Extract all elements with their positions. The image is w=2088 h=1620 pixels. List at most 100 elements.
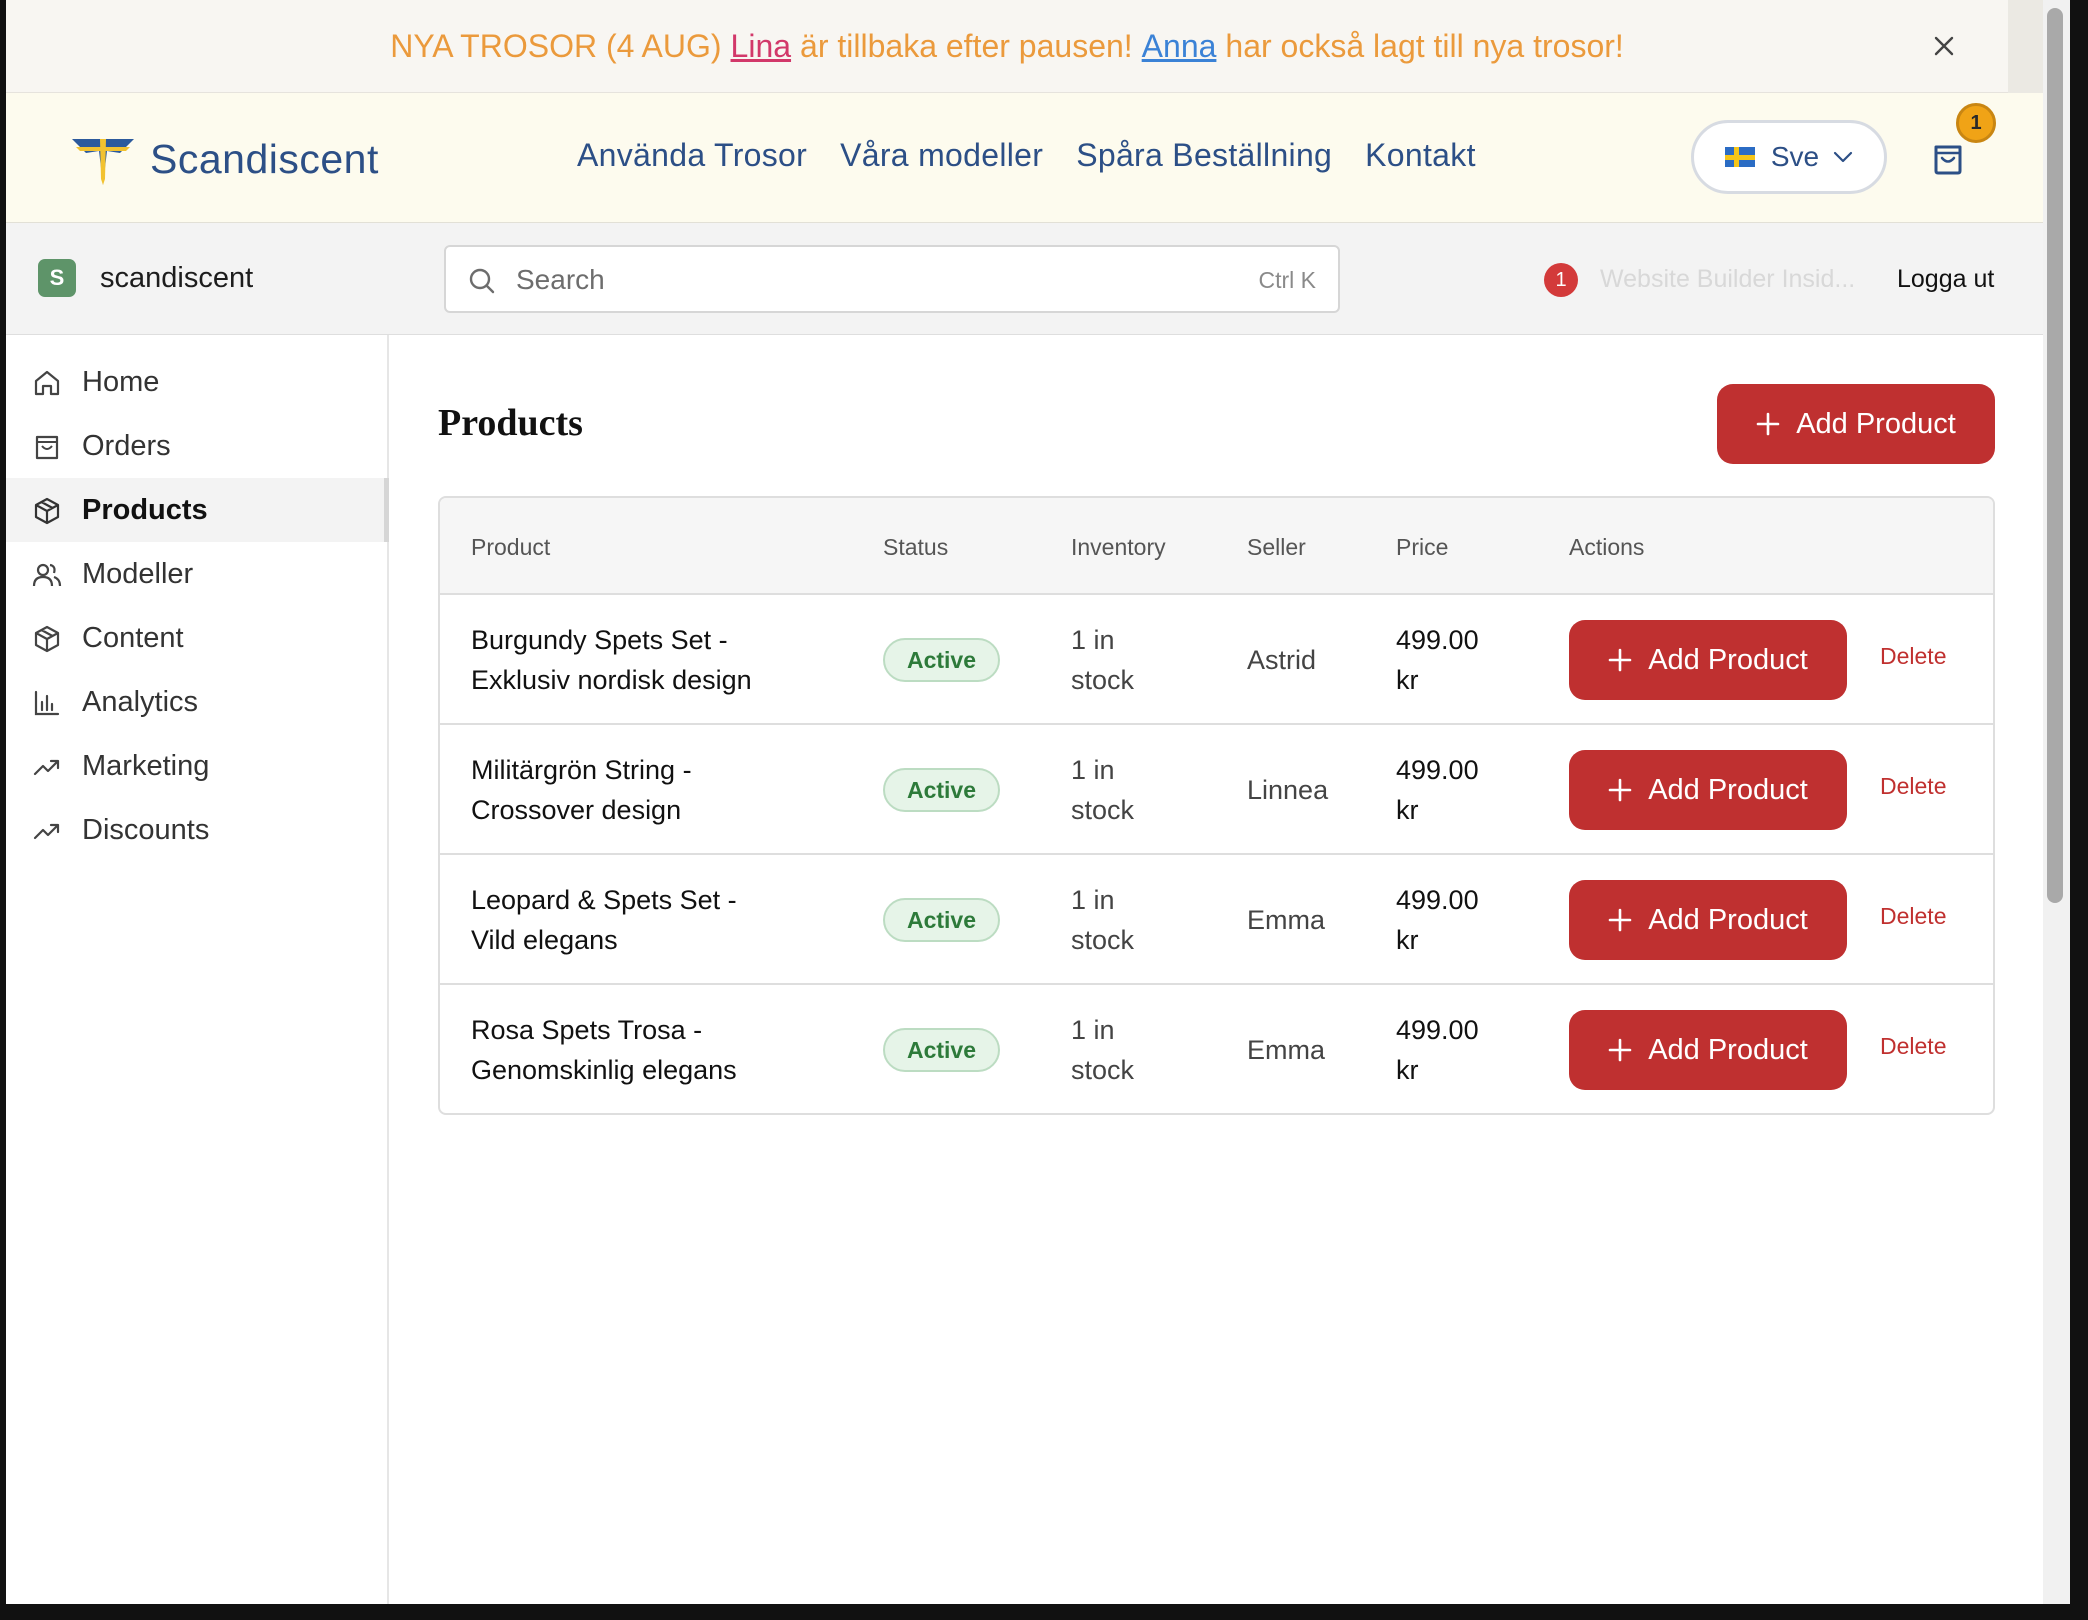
logout-button[interactable]: Logga ut <box>1897 265 1994 294</box>
row-add-product-button[interactable]: Add Product <box>1569 1010 1847 1090</box>
bag-icon <box>35 435 59 460</box>
product-name[interactable]: Rosa Spets Trosa - Genomskinlig elegans <box>471 1010 831 1090</box>
language-selector[interactable]: Sve <box>1691 120 1887 194</box>
column-header-price: Price <box>1396 534 1449 560</box>
cart-count-badge: 1 <box>1956 103 1996 143</box>
seller-name: Astrid <box>1247 645 1317 675</box>
table-row: Rosa Spets Trosa - Genomskinlig elegans A… <box>440 985 1993 1113</box>
row-add-label: Add Product <box>1648 643 1808 676</box>
column-header-status: Status <box>883 534 949 560</box>
shopping-bag-icon[interactable] <box>1926 135 1970 179</box>
announcement-link-anna[interactable]: Anna <box>1142 28 1217 65</box>
trend-icon <box>33 823 60 840</box>
home-icon <box>34 370 60 396</box>
store-avatar: S <box>38 259 76 297</box>
sidebar-item-label: Home <box>82 365 160 398</box>
sidebar-item-content[interactable]: Content <box>6 606 387 670</box>
sidebar-item-orders[interactable]: Orders <box>6 414 387 478</box>
table-row: Burgundy Spets Set - Exklusiv nordisk des… <box>440 595 1993 725</box>
product-name[interactable]: Burgundy Spets Set - Exklusiv nordisk des… <box>471 620 831 700</box>
price-value: 499.00 kr <box>1396 755 1479 825</box>
sidebar-item-discounts[interactable]: Discounts <box>6 798 387 862</box>
brand-name: Scandiscent <box>150 135 379 182</box>
nav-spara-bestallning[interactable]: Spåra Beställning <box>1076 137 1332 174</box>
plus-icon <box>1608 908 1632 932</box>
price-value: 499.00 kr <box>1396 885 1479 955</box>
product-name[interactable]: Militärgrön String - Crossover design <box>471 750 831 830</box>
announcement-middle: är tillbaka efter pausen! <box>800 27 1133 64</box>
plus-icon <box>1608 648 1632 672</box>
delete-button[interactable]: Delete <box>1880 773 1946 800</box>
page-scrollbar-thumb[interactable] <box>2047 8 2063 903</box>
sidebar-item-modeller[interactable]: Modeller <box>6 542 387 606</box>
sidebar-item-label: Analytics <box>82 685 199 718</box>
plus-icon <box>1608 778 1632 802</box>
sidebar-item-label: Discounts <box>82 813 210 846</box>
add-product-button[interactable]: Add Product <box>1717 384 1995 464</box>
row-add-label: Add Product <box>1648 903 1808 936</box>
row-add-product-button[interactable]: Add Product <box>1569 880 1847 960</box>
sidebar-item-label: Content <box>82 621 184 654</box>
search-box[interactable]: Ctrl K <box>444 245 1340 313</box>
price-value: 499.00 kr <box>1396 1015 1479 1085</box>
delete-button[interactable]: Delete <box>1880 903 1946 930</box>
website-builder-link[interactable]: Website Builder Insid... <box>1600 265 1855 294</box>
users-icon <box>32 563 62 587</box>
close-banner-button[interactable] <box>1920 22 1968 70</box>
seller-name: Linnea <box>1247 775 1329 805</box>
store-name: scandiscent <box>100 261 254 294</box>
sidebar-item-products[interactable]: Products <box>6 478 389 542</box>
bar-chart-icon <box>34 690 60 716</box>
column-header-product: Product <box>471 534 551 560</box>
sidebar-item-marketing[interactable]: Marketing <box>6 734 387 798</box>
sidebar-item-analytics[interactable]: Analytics <box>6 670 387 734</box>
delete-button[interactable]: Delete <box>1880 1033 1946 1060</box>
site-header: Scandiscent Använda Trosor Våra modeller… <box>6 93 2043 223</box>
app-window: NYA TROSOR (4 AUG) Lina är tillbaka efte… <box>6 0 2043 1604</box>
site-nav: Använda Trosor Våra modeller Spåra Bestä… <box>577 137 1509 174</box>
sidebar-item-label: Marketing <box>82 749 210 782</box>
row-add-product-button[interactable]: Add Product <box>1569 750 1847 830</box>
inventory-value: 1 in stock <box>1071 1015 1135 1085</box>
box-icon <box>34 497 60 525</box>
nav-vara-modeller[interactable]: Våra modeller <box>840 137 1043 174</box>
box-icon <box>34 625 60 653</box>
column-header-actions: Actions <box>1569 534 1645 560</box>
search-shortcut-hint: Ctrl K <box>1258 267 1317 293</box>
add-product-label: Add Product <box>1796 407 1956 440</box>
page-title: Products <box>438 402 583 444</box>
sidebar-item-home[interactable]: Home <box>6 350 387 414</box>
status-badge: Active <box>883 768 1000 812</box>
status-badge: Active <box>883 1028 1000 1072</box>
plus-icon <box>1608 1038 1632 1062</box>
delete-button[interactable]: Delete <box>1880 643 1946 670</box>
site-logo[interactable]: Scandiscent <box>70 131 379 187</box>
chevron-down-icon <box>1834 151 1853 163</box>
inventory-value: 1 in stock <box>1071 625 1135 695</box>
announcement-link-lina[interactable]: Lina <box>731 28 792 65</box>
brand-logo-icon <box>72 139 134 185</box>
store-switcher[interactable]: S scandiscent <box>38 259 253 297</box>
row-add-label: Add Product <box>1648 1033 1808 1066</box>
column-header-seller: Seller <box>1247 534 1306 560</box>
language-label: Sve <box>1770 141 1820 172</box>
status-badge: Active <box>883 638 1000 682</box>
inventory-value: 1 in stock <box>1071 885 1135 955</box>
products-table: Product Status Inventory Seller Price Ac… <box>438 496 1995 1115</box>
product-name[interactable]: Leopard & Spets Set - Vild elegans <box>471 880 831 960</box>
row-add-product-button[interactable]: Add Product <box>1569 620 1847 700</box>
sidebar-item-label: Modeller <box>82 557 194 590</box>
notification-badge[interactable]: 1 <box>1544 263 1578 297</box>
announcement-suffix: har också lagt till nya trosor! <box>1225 27 1624 64</box>
swedish-flag-icon <box>1724 147 1755 167</box>
nav-anvanda-trosor[interactable]: Använda Trosor <box>577 137 807 174</box>
table-header: Product Status Inventory Seller Price Ac… <box>440 498 1993 595</box>
announcement-prefix: NYA TROSOR (4 AUG) <box>390 27 722 64</box>
close-icon <box>1934 36 1954 56</box>
nav-kontakt[interactable]: Kontakt <box>1365 137 1476 174</box>
price-value: 499.00 kr <box>1396 625 1479 695</box>
sidebar-item-label: Products <box>82 493 208 526</box>
seller-name: Emma <box>1247 1035 1326 1065</box>
search-input[interactable] <box>516 261 1216 299</box>
status-badge: Active <box>883 898 1000 942</box>
